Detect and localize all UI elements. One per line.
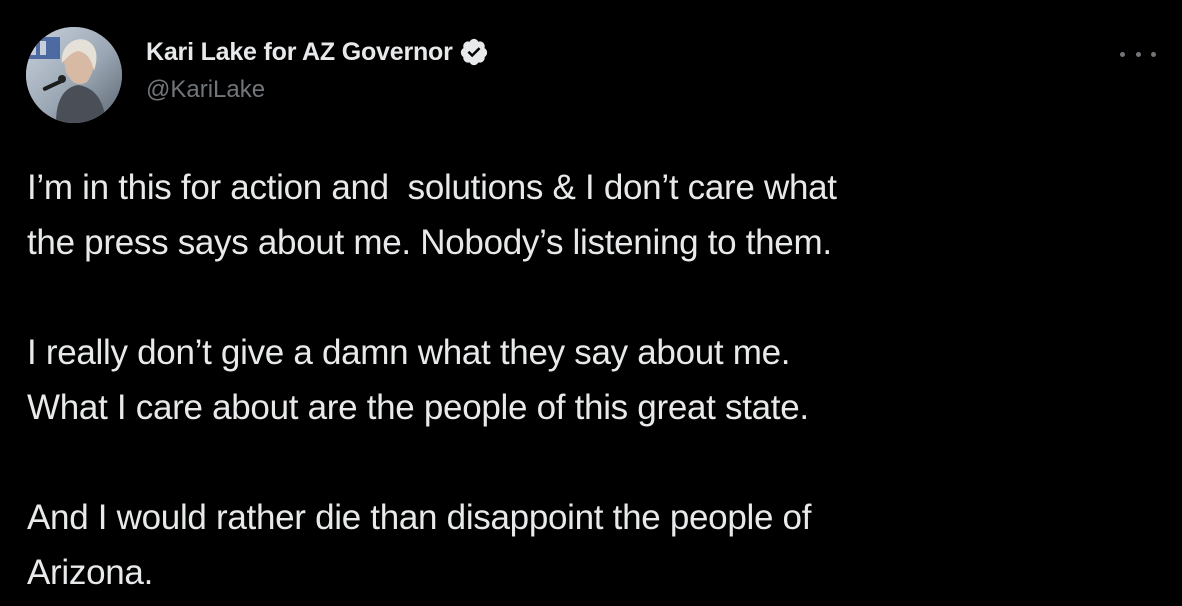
author-display-name[interactable]: Kari Lake for AZ Governor: [146, 38, 453, 67]
more-dots-icon: [1151, 51, 1156, 57]
tweet-author: Kari Lake for AZ Governor @KariLake: [146, 36, 489, 104]
tweet-line: Arizona.: [27, 553, 153, 592]
verified-badge-icon: [459, 37, 489, 67]
author-handle[interactable]: @KariLake: [146, 76, 489, 104]
tweet-line: I really don’t give a damn what they say…: [27, 333, 791, 372]
author-name-row: Kari Lake for AZ Governor: [146, 36, 489, 68]
tweet-text: I’m in this for action and solutions & I…: [27, 160, 1157, 600]
tweet-card: Kari Lake for AZ Governor @KariLake I’m …: [0, 0, 1182, 606]
tweet-line: the press says about me. Nobody’s listen…: [27, 223, 832, 262]
more-dots-icon: [1135, 51, 1141, 57]
profile-photo-icon: [26, 27, 122, 123]
more-options-button[interactable]: [1120, 42, 1156, 66]
avatar[interactable]: [26, 27, 122, 123]
more-dots-icon: [1120, 51, 1125, 57]
tweet-line: What I care about are the people of this…: [27, 388, 809, 427]
tweet-line: And I would rather die than disappoint t…: [27, 498, 812, 537]
tweet-line: I’m in this for action and solutions & I…: [27, 168, 837, 207]
